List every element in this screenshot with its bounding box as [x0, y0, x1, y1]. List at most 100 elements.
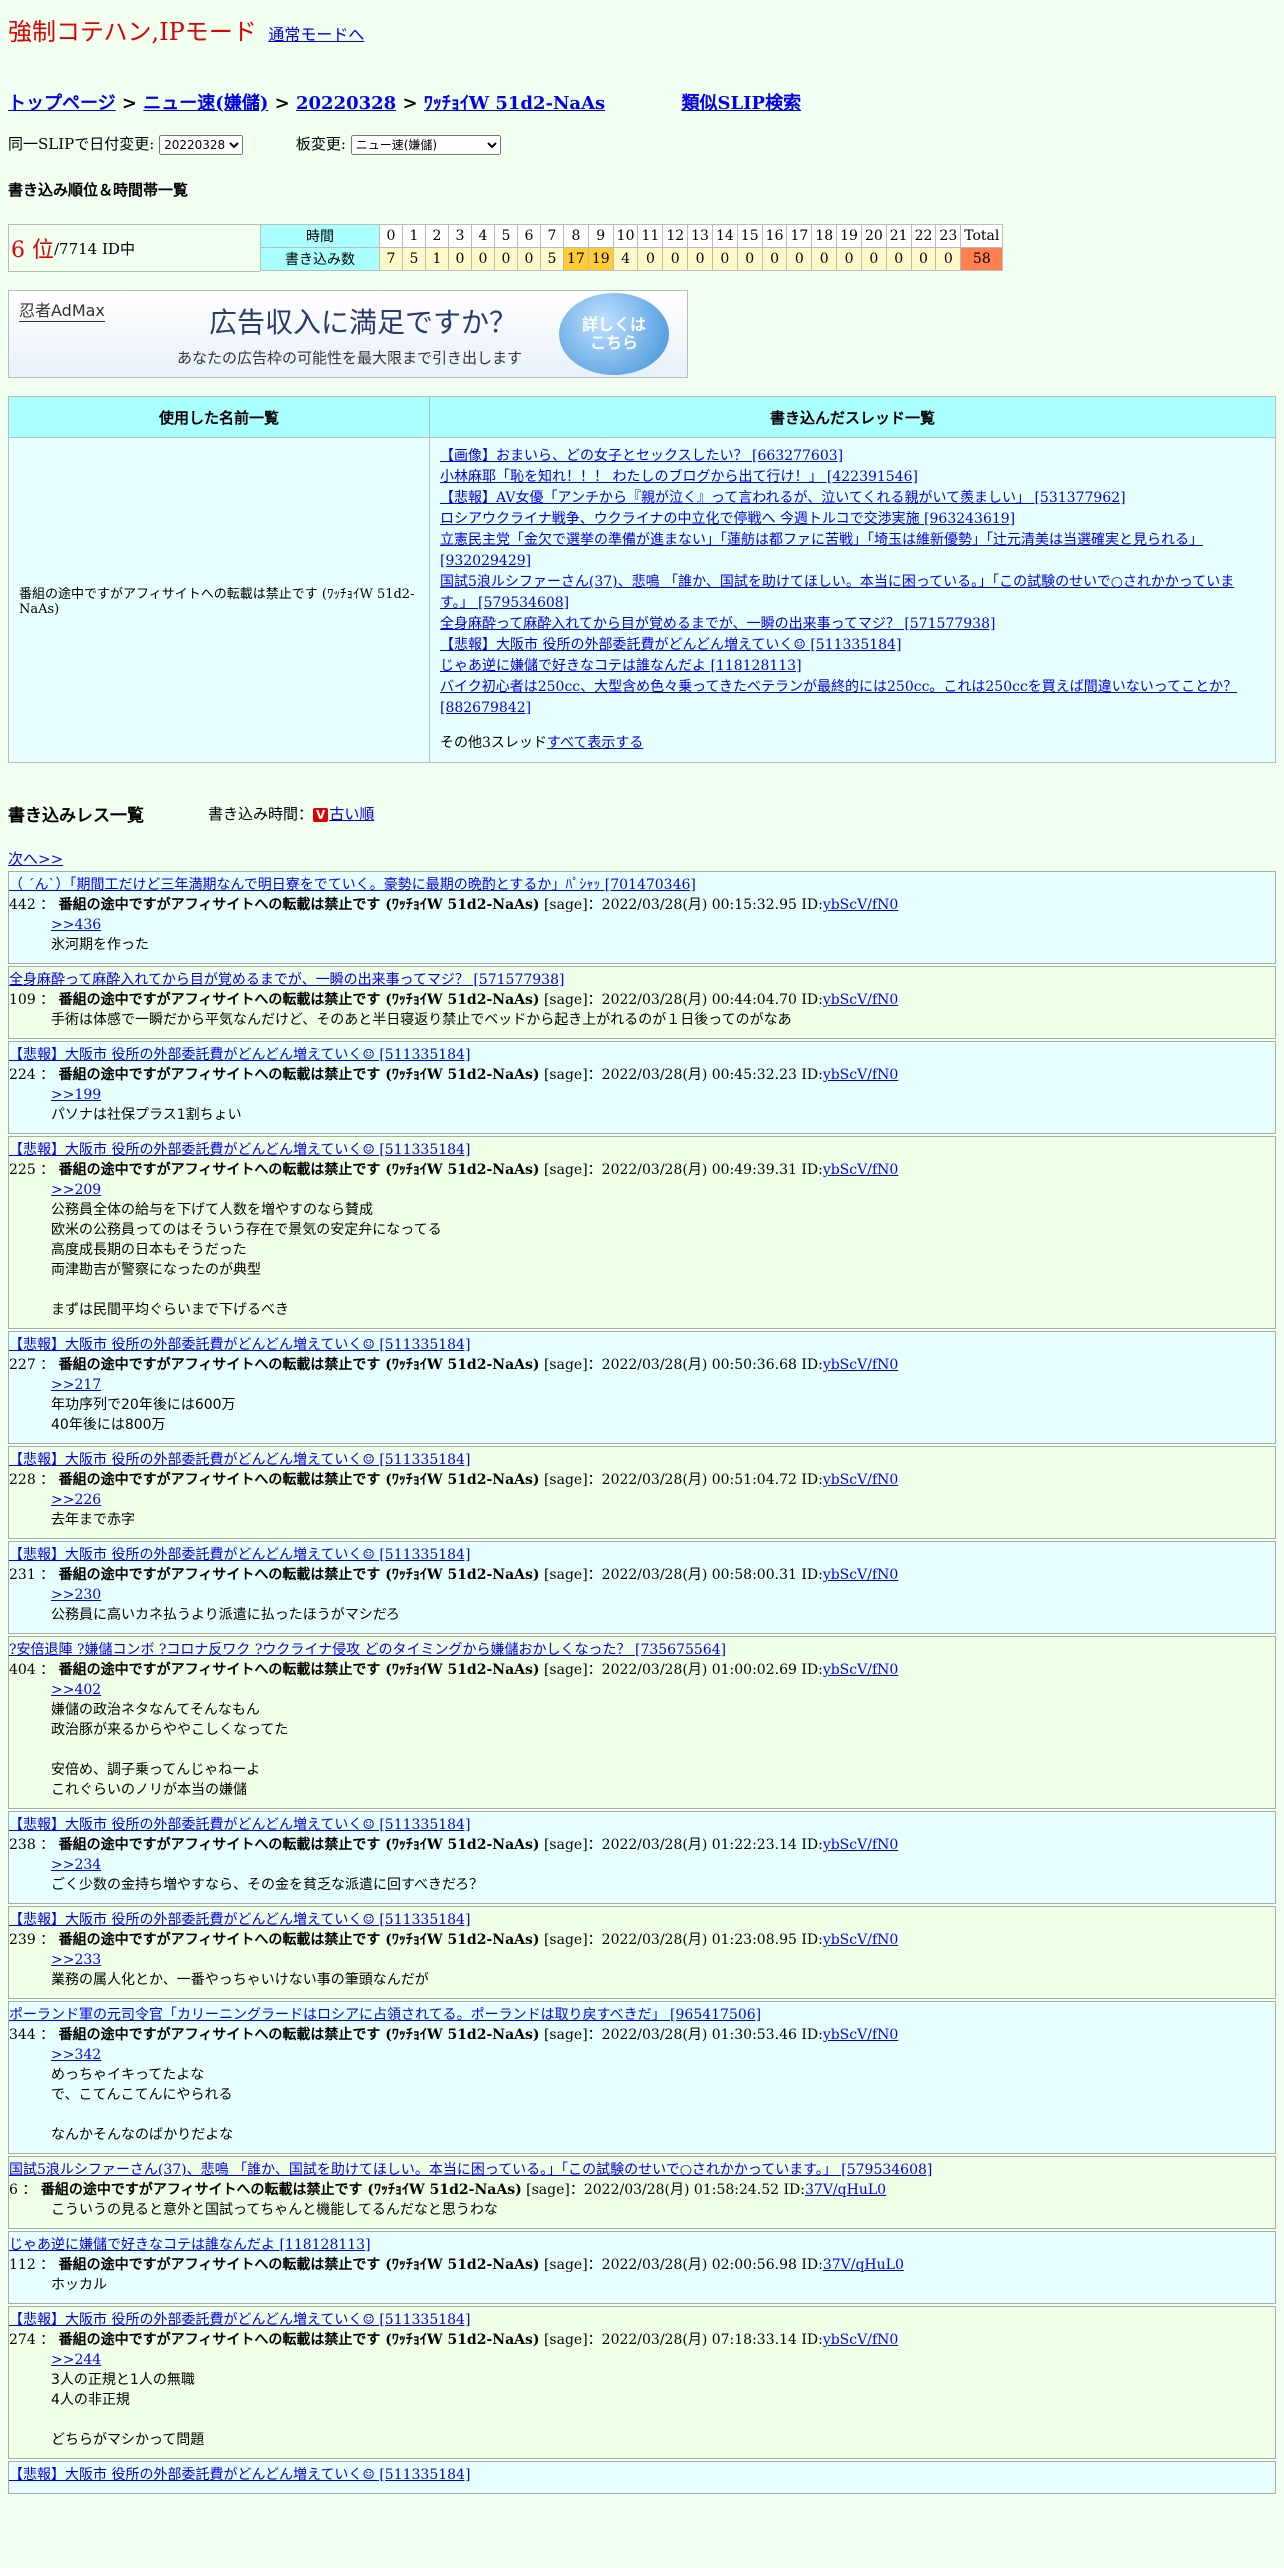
post-id-link[interactable]: ybScV/fN0 [823, 897, 898, 913]
hour-cell: 11 [637, 224, 664, 248]
post-thread-link[interactable]: ポーランド軍の元司令官「カリーニングラードはロシアに占領されてる。ポーランドは取… [9, 2007, 761, 2023]
thread-link[interactable]: 【画像】おまいら、どの女子とセックスしたい？ [663277603] [440, 448, 843, 464]
post-thread-link[interactable]: 【悲報】大阪市 役所の外部委託費がどんどん増えていく☺ [511335184] [9, 1337, 470, 1353]
post-id-link[interactable]: ybScV/fN0 [823, 1067, 898, 1083]
ad-banner[interactable]: 忍者AdMax 広告収入に満足ですか？ あなたの広告枠の可能性を最大限まで引き出… [8, 290, 688, 378]
post-number: 224 [9, 1067, 36, 1083]
post-id-link[interactable]: ybScV/fN0 [823, 2332, 898, 2348]
post-id-link[interactable]: ybScV/fN0 [823, 1472, 898, 1488]
post-thread-link[interactable]: 【悲報】大阪市 役所の外部委託費がどんどん増えていく☺ [511335184] [9, 1142, 470, 1158]
post-thread-link[interactable]: 【悲報】大阪市 役所の外部委託費がどんどん増えていく☺ [511335184] [9, 1817, 470, 1833]
post-id-link[interactable]: ybScV/fN0 [823, 992, 898, 1008]
names-threads-table: 使用した名前一覧 書き込んだスレッド一覧 番組の途中ですがアフィサイトへの転載は… [8, 396, 1276, 763]
post-id-link[interactable]: 37V/qHuL0 [805, 2182, 886, 2198]
count-cell: 0 [811, 247, 838, 271]
post: ?安倍退陣 ?嫌儲コンボ ?コロナ反ワク ?ウクライナ侵攻 どのタイミングから嫌… [8, 1636, 1276, 1809]
post: 【悲報】大阪市 役所の外部委託費がどんどん増えていく☺ [511335184] [8, 2461, 1276, 2494]
post-id-link[interactable]: ybScV/fN0 [823, 2027, 898, 2043]
post-line: どちらがマシかって問題 [51, 2432, 205, 2448]
count-cell: 0 [736, 247, 763, 271]
post-author: 番組の途中ですがアフィサイトへの転載は禁止です (ﾜｯﾁｮｲW 51d2-NaA… [58, 2332, 540, 2348]
breadcrumb-board[interactable]: ニュー速(嫌儲) [143, 93, 268, 114]
show-all-threads-link[interactable]: すべて表示する [547, 735, 643, 751]
post-header: 239 ： 番組の途中ですがアフィサイトへの転載は禁止です (ﾜｯﾁｮｲW 51… [9, 1932, 899, 1948]
post-thread-link[interactable]: 【悲報】大阪市 役所の外部委託費がどんどん増えていく☺ [511335184] [9, 2312, 470, 2328]
post-thread-link[interactable]: 【悲報】大阪市 役所の外部委託費がどんどん増えていく☺ [511335184] [9, 1547, 470, 1563]
count-cell: 0 [935, 247, 962, 271]
post-thread-link[interactable]: （ ´ん`）「期間工だけど三年満期なんで明日寮をでていく。豪勢に最期の晩酌とする… [9, 877, 696, 893]
reply-anchor-link[interactable]: >>436 [51, 917, 101, 933]
post: じゃあ逆に嫌儲で好きなコテは誰なんだよ [118128113] 112 ： 番組の… [8, 2231, 1276, 2304]
post-thread-link[interactable]: 【悲報】大阪市 役所の外部委託費がどんどん増えていく☺ [511335184] [9, 1912, 470, 1928]
hour-cell: 2 [425, 224, 449, 248]
post-author: 番組の途中ですがアフィサイトへの転載は禁止です (ﾜｯﾁｮｲW 51d2-NaA… [58, 1837, 540, 1853]
thread-link[interactable]: バイク初心者は250cc、大型含め色々乗ってきたベテランが最終的には250cc。… [440, 679, 1237, 716]
breadcrumb-sep: > [274, 93, 290, 114]
breadcrumb-date[interactable]: 20220328 [296, 93, 396, 114]
post-meta: [sage]：2022/03/28(月) 01:00:02.69 ID: [543, 1662, 823, 1678]
breadcrumb-slip[interactable]: ﾜｯﾁｮｲW 51d2-NaAs [424, 93, 605, 114]
sort-oldest-link[interactable]: 古い順 [329, 805, 374, 823]
post-meta: [sage]：2022/03/28(月) 00:51:04.72 ID: [543, 1472, 823, 1488]
post-line [51, 1740, 1275, 1760]
breadcrumb: トップページ > ニュー速(嫌儲) > 20220328 > ﾜｯﾁｮｲW 51… [8, 89, 1276, 115]
hour-cell: 19 [836, 224, 862, 248]
reply-anchor-link[interactable]: >>233 [51, 1952, 101, 1968]
post-thread-link[interactable]: じゃあ逆に嫌儲で好きなコテは誰なんだよ [118128113] [9, 2237, 371, 2253]
breadcrumb-top[interactable]: トップページ [8, 93, 116, 114]
post-id-link[interactable]: 37V/qHuL0 [823, 2257, 904, 2273]
time-label: 時間 [260, 224, 380, 248]
post-thread-link[interactable]: 【悲報】大阪市 役所の外部委託費がどんどん増えていく☺ [511335184] [9, 1047, 470, 1063]
post-id-link[interactable]: ybScV/fN0 [823, 1162, 898, 1178]
thread-link[interactable]: 【悲報】AV女優「アンチから『親が泣く』って言われるが、泣いてくれる親がいて羨ま… [440, 490, 1126, 506]
post-id-link[interactable]: ybScV/fN0 [823, 1662, 898, 1678]
thread-link[interactable]: じゃあ逆に嫌儲で好きなコテは誰なんだよ [118128113] [440, 658, 802, 674]
reply-anchor-link[interactable]: >>342 [51, 2047, 101, 2063]
reply-anchor-link[interactable]: >>209 [51, 1182, 101, 1198]
post-body: >>233 業務の属人化とか、一番やっちゃいけない事の筆頭なんだが [9, 1950, 1275, 1990]
normal-mode-link[interactable]: 通常モードへ [268, 25, 364, 44]
post-id-link[interactable]: ybScV/fN0 [823, 1357, 898, 1373]
thread-link[interactable]: 全身麻酔って麻酔入れてから目が覚めるまでが、一瞬の出来事ってマジ？ [57157… [440, 616, 995, 632]
reply-anchor-link[interactable]: >>217 [51, 1377, 101, 1393]
hour-cell: 15 [736, 224, 763, 248]
sort-order-icon: V [313, 808, 329, 822]
thread-link[interactable]: 小林麻耶「恥を知れ！！！ わたしのブログから出て行け！」 [422391546] [440, 469, 918, 485]
reply-anchor-link[interactable]: >>244 [51, 2352, 101, 2368]
post-line: ごく少数の金持ち増やすなら、その金を貧乏な派遣に回すべきだろ？ [51, 1877, 484, 1893]
post-id-link[interactable]: ybScV/fN0 [823, 1932, 898, 1948]
rank-row: 6 位 /7714 ID中 時間 0 1 2 3 4 5 6 7 8 9 10 11 12 13 14 15 16… [8, 224, 1276, 272]
reply-anchor-link[interactable]: >>199 [51, 1087, 101, 1103]
post-header: 109 ： 番組の途中ですがアフィサイトへの転載は禁止です (ﾜｯﾁｮｲW 51… [9, 992, 899, 1008]
ad-subtext: あなたの広告枠の可能性を最大限まで引き出します [177, 349, 523, 367]
reply-anchor-link[interactable]: >>226 [51, 1492, 101, 1508]
post: 【悲報】大阪市 役所の外部委託費がどんどん増えていく☺ [511335184] 2… [8, 1331, 1276, 1444]
ad-details-button[interactable]: 詳しくはこちら [559, 293, 669, 375]
post-id-link[interactable]: ybScV/fN0 [823, 1837, 898, 1853]
post-thread-link[interactable]: 【悲報】大阪市 役所の外部委託費がどんどん増えていく☺ [511335184] [9, 1452, 470, 1468]
next-page-link[interactable]: 次へ>> [8, 850, 63, 868]
thread-link[interactable]: 立憲民主党「金欠で選挙の準備が進まない」「蓮舫は都ファに苦戦」「埼玉は維新優勢」… [440, 532, 1203, 569]
post-line: 政治豚が来るからややこしくなってた [51, 1722, 289, 1738]
post-number: 6 [9, 2182, 18, 2198]
thread-link[interactable]: ロシアウクライナ戦争、ウクライナの中立化で停戦へ 今週トルコで交渉実施 [963… [440, 511, 1015, 527]
reply-anchor-link[interactable]: >>234 [51, 1857, 101, 1873]
thread-link[interactable]: 【悲報】大阪市 役所の外部委託費がどんどん増えていく☺ [511335184] [440, 637, 901, 653]
date-select[interactable]: 20220328 [159, 135, 244, 155]
count-cell: 17 [563, 247, 589, 271]
post-thread-link[interactable]: 【悲報】大阪市 役所の外部委託費がどんどん増えていく☺ [511335184] [9, 2467, 470, 2483]
post-thread-link[interactable]: 全身麻酔って麻酔入れてから目が覚めるまでが、一瞬の出来事ってマジ？ [57157… [9, 972, 564, 988]
more-threads-label: その他3スレッド [440, 735, 547, 751]
reply-anchor-link[interactable]: >>402 [51, 1682, 101, 1698]
rank-value: 6 位 [11, 238, 54, 263]
similar-slip-search-link[interactable]: 類似SLIP検索 [681, 93, 801, 114]
reply-anchor-link[interactable]: >>230 [51, 1587, 101, 1603]
post-thread-link[interactable]: 国試5浪ルシファーさん(37)、悲鳴 「誰か、国試を助けてほしい。本当に困ってい… [9, 2162, 932, 2178]
thread-link[interactable]: 国試5浪ルシファーさん(37)、悲鳴 「誰か、国試を助けてほしい。本当に困ってい… [440, 574, 1234, 611]
post-thread-link[interactable]: ?安倍退陣 ?嫌儲コンボ ?コロナ反ワク ?ウクライナ侵攻 どのタイミングから嫌… [9, 1642, 726, 1658]
board-select[interactable]: ニュー速(嫌儲) [350, 135, 501, 155]
post-author: 番組の途中ですがアフィサイトへの転載は禁止です (ﾜｯﾁｮｲW 51d2-NaA… [58, 2257, 540, 2273]
post-id-link[interactable]: ybScV/fN0 [823, 1567, 898, 1583]
post-body: 手術は体感で一瞬だから平気なんだけど、そのあと半日寝返り禁止でベッドから起き上が… [9, 1010, 1275, 1030]
post-author: 番組の途中ですがアフィサイトへの転載は禁止です (ﾜｯﾁｮｲW 51d2-NaA… [40, 2182, 522, 2198]
